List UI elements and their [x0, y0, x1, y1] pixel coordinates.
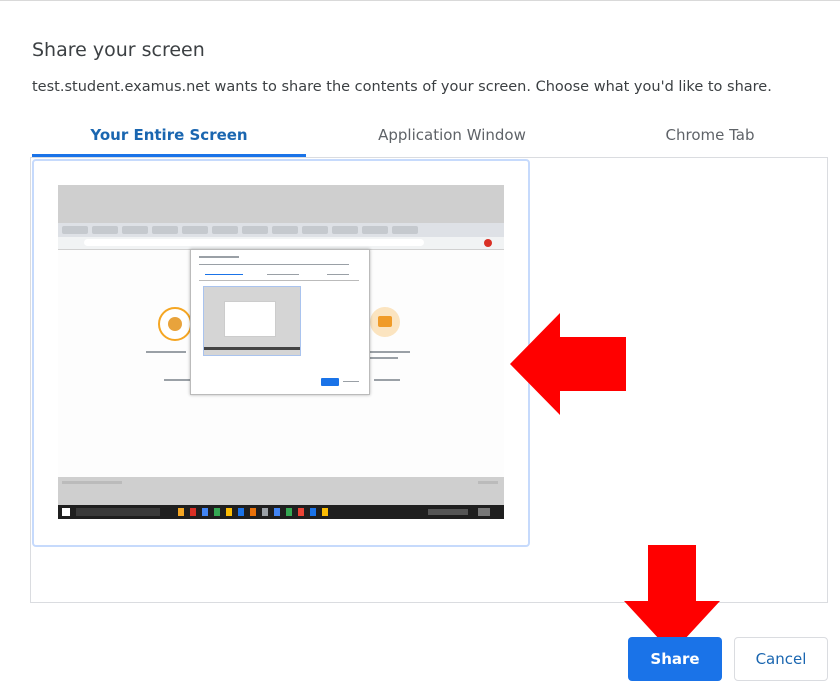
thumbnail-taskbar [58, 505, 504, 519]
thumbnail-browser-window [58, 223, 504, 519]
thumbnail-tab-strip [58, 223, 504, 237]
screen-thumbnail [58, 185, 504, 519]
webcam-icon [158, 307, 192, 341]
share-screen-dialog: Share your screen test.student.examus.ne… [0, 0, 840, 697]
share-source-tabs: Your Entire Screen Application Window Ch… [32, 119, 828, 157]
thumbnail-share-dialog [190, 249, 370, 395]
share-button[interactable]: Share [628, 637, 722, 681]
red-arrow-left-icon [510, 313, 626, 415]
tab-application-window[interactable]: Application Window [322, 119, 582, 157]
cancel-button[interactable]: Cancel [734, 637, 828, 681]
dialog-title: Share your screen [32, 39, 205, 61]
dialog-description: test.student.examus.net wants to share t… [32, 79, 772, 95]
tab-chrome-tab[interactable]: Chrome Tab [592, 119, 828, 157]
cast-icon [370, 307, 400, 337]
tab-your-entire-screen[interactable]: Your Entire Screen [32, 119, 306, 157]
